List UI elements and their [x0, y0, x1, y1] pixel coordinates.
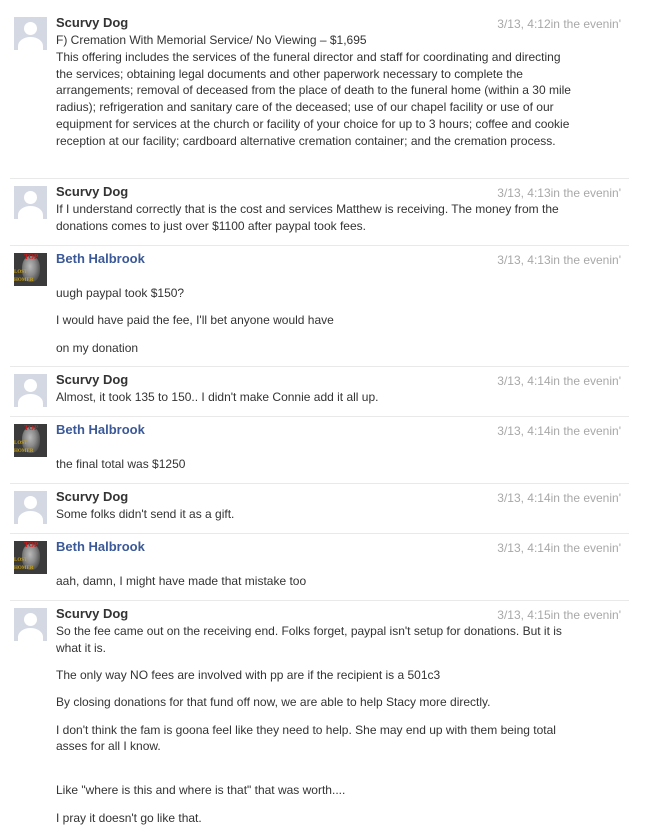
message-body: Some folks didn't send it as a gift. — [56, 506, 576, 523]
message-timestamp: 3/13, 4:13in the evenin' — [497, 253, 621, 267]
message-text: I would have paid the fee, I'll bet anyo… — [56, 313, 334, 328]
message-body: So the fee came out on the receiving end… — [56, 623, 576, 826]
message-author[interactable]: Scurvy Dog — [56, 15, 128, 31]
message-timestamp: 3/13, 4:12in the evenin' — [497, 17, 621, 31]
message-author[interactable]: Beth Halbrook — [56, 422, 145, 438]
default-avatar[interactable] — [14, 608, 47, 641]
default-avatar[interactable] — [14, 186, 47, 219]
message-thread: Scurvy Dog 3/13, 4:12in the evenin' F) C… — [0, 0, 659, 835]
message-body: aah, damn, I might have made that mistak… — [56, 573, 576, 590]
message-text: Like "where is this and where is that" t… — [56, 783, 346, 798]
message-text: on my donation — [56, 340, 139, 355]
message-text: aah, damn, I might have made that mistak… — [56, 574, 307, 588]
message-timestamp: 3/13, 4:14in the evenin' — [497, 424, 621, 438]
message-author[interactable]: Scurvy Dog — [56, 372, 128, 388]
message-timestamp: 3/13, 4:13in the evenin' — [497, 186, 621, 200]
message-text: Some folks didn't send it as a gift. — [56, 507, 235, 521]
message-timestamp: 3/13, 4:14in the evenin' — [497, 491, 621, 505]
message-text: Almost, it took 135 to 150.. I didn't ma… — [56, 390, 379, 404]
message-text: The only way NO fees are involved with p… — [56, 668, 441, 683]
message-text: This offering includes the services of t… — [56, 49, 571, 148]
message-text: So the fee came out on the receiving end… — [56, 624, 562, 655]
default-avatar[interactable] — [14, 17, 47, 50]
message-body: If I understand correctly that is the co… — [56, 201, 576, 235]
message-author[interactable]: Scurvy Dog — [56, 606, 128, 622]
default-avatar[interactable] — [14, 491, 47, 524]
message-text: If I understand correctly that is the co… — [56, 202, 559, 233]
message-body: Almost, it took 135 to 150.. I didn't ma… — [56, 389, 576, 406]
photo-avatar[interactable]: TOP LOST HOMER — [14, 253, 47, 286]
message-text: the final total was $1250 — [56, 457, 186, 471]
message-timestamp: 3/13, 4:14in the evenin' — [497, 541, 621, 555]
message-text: I pray it doesn't go like that. — [56, 810, 202, 825]
message: Scurvy Dog 3/13, 4:15in the evenin' So t… — [0, 600, 659, 831]
message-timestamp: 3/13, 4:15in the evenin' — [497, 608, 621, 622]
message-text: F) Cremation With Memorial Service/ No V… — [56, 33, 367, 47]
photo-avatar[interactable]: TOP LOST HOMER — [14, 541, 47, 574]
message-author[interactable]: Scurvy Dog — [56, 184, 128, 200]
message: Scurvy Dog 3/13, 4:12in the evenin' F) C… — [0, 15, 659, 175]
message: TOP LOST HOMER Beth Halbrook 3/13, 4:14i… — [0, 533, 659, 594]
message-text: By closing donations for that fund off n… — [56, 695, 491, 710]
message: Scurvy Dog 3/13, 4:14in the evenin' Some… — [0, 483, 659, 529]
message: Scurvy Dog 3/13, 4:14in the evenin' Almo… — [0, 366, 659, 412]
message-text: uugh paypal took $150? — [56, 286, 185, 300]
message-text: I don't think the fam is goona feel like… — [56, 722, 556, 754]
message-body: the final total was $1250 — [56, 456, 576, 473]
default-avatar[interactable] — [14, 374, 47, 407]
message-body: uugh paypal took $150? I would have paid… — [56, 285, 576, 356]
message-timestamp: 3/13, 4:14in the evenin' — [497, 374, 621, 388]
photo-avatar[interactable]: TOP LOST HOMER — [14, 424, 47, 457]
message: TOP LOST HOMER Beth Halbrook 3/13, 4:13i… — [0, 245, 659, 366]
message-body: F) Cremation With Memorial Service/ No V… — [56, 32, 576, 150]
message-author[interactable]: Beth Halbrook — [56, 539, 145, 555]
message: TOP LOST HOMER Beth Halbrook 3/13, 4:14i… — [0, 416, 659, 477]
message-author[interactable]: Scurvy Dog — [56, 489, 128, 505]
message-author[interactable]: Beth Halbrook — [56, 251, 145, 267]
message: Scurvy Dog 3/13, 4:13in the evenin' If I… — [0, 178, 659, 239]
